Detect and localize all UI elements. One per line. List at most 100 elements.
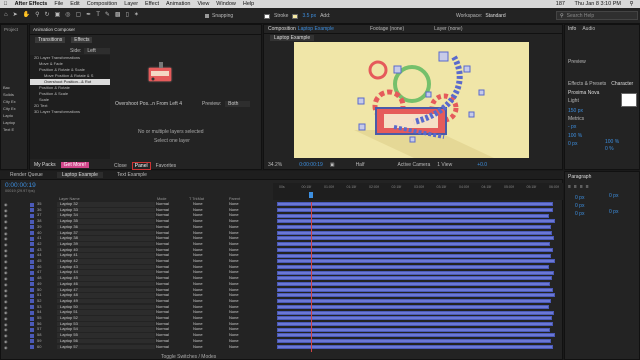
- fill-swatch[interactable]: [264, 13, 270, 19]
- tab-render-queue[interactable]: Render Queue: [10, 172, 43, 178]
- tab-composition[interactable]: Composition Laptop Example: [268, 26, 334, 32]
- trkmat-select[interactable]: None: [193, 298, 203, 304]
- layer-duration-bar[interactable]: [277, 299, 551, 304]
- clock[interactable]: Thu Jan 8 3:10 PM: [571, 1, 624, 7]
- layer-duration-bar[interactable]: [277, 310, 554, 315]
- visibility-eye-icon[interactable]: ◉: [4, 219, 8, 224]
- tab-audio[interactable]: Audio: [582, 26, 595, 32]
- layer-duration-bar[interactable]: [277, 293, 555, 298]
- layer-row[interactable]: ◉ 60 Laptop 57 Normal None None: [1, 344, 640, 350]
- label-color-swatch[interactable]: [30, 259, 34, 264]
- parent-select[interactable]: None: [229, 224, 239, 230]
- label-color-swatch[interactable]: [30, 316, 34, 321]
- indent-right[interactable]: 0 px: [609, 193, 618, 199]
- trkmat-select[interactable]: None: [193, 258, 203, 264]
- parent-select[interactable]: None: [229, 241, 239, 247]
- stamp-tool-icon[interactable]: ▩: [115, 11, 121, 18]
- tab-effects-presets[interactable]: Effects & Presets: [568, 81, 606, 87]
- parent-select[interactable]: None: [229, 258, 239, 264]
- label-color-swatch[interactable]: [30, 327, 34, 332]
- tab-preview[interactable]: Preview: [565, 33, 639, 65]
- layer-duration-bar[interactable]: [277, 253, 551, 258]
- layer-name[interactable]: Laptop 36: [57, 224, 155, 230]
- camera-select[interactable]: Active Camera: [397, 162, 430, 168]
- layer-duration-bar[interactable]: [277, 333, 555, 338]
- menu-composition[interactable]: Composition: [83, 1, 121, 7]
- layer-row[interactable]: ◉ 56 Laptop 53 Normal None None: [1, 321, 640, 327]
- toggle-switches-modes[interactable]: Toggle Switches / Modes: [161, 354, 216, 360]
- layer-mode-select[interactable]: Normal: [156, 241, 169, 247]
- layer-row[interactable]: ◉ 39 Laptop 36 Normal None None: [1, 224, 640, 230]
- label-color-swatch[interactable]: [30, 219, 34, 224]
- label-color-swatch[interactable]: [30, 322, 34, 327]
- resolution-select[interactable]: Half: [356, 162, 365, 168]
- layer-duration-bar[interactable]: [277, 236, 554, 241]
- layer-row[interactable]: ◉ 58 Laptop 55 Normal None None: [1, 332, 640, 338]
- panel-button[interactable]: Panel: [131, 162, 151, 170]
- trkmat-select[interactable]: None: [193, 241, 203, 247]
- favorites-button[interactable]: Favorites: [156, 163, 177, 169]
- trkmat-select[interactable]: None: [193, 281, 203, 287]
- playhead-handle[interactable]: [309, 192, 313, 198]
- fill-color-swatch[interactable]: [621, 93, 637, 107]
- side-select[interactable]: Left: [84, 48, 110, 54]
- preview-select[interactable]: Both: [225, 101, 251, 107]
- layer-row[interactable]: ◉ 53 Laptop 50 Normal None None: [1, 304, 640, 310]
- menu-animation[interactable]: Animation: [163, 1, 194, 7]
- visibility-eye-icon[interactable]: ◉: [4, 299, 8, 304]
- tab-character[interactable]: Character: [611, 81, 633, 87]
- label-color-swatch[interactable]: [30, 265, 34, 270]
- visibility-eye-icon[interactable]: ◉: [4, 316, 8, 321]
- trkmat-select[interactable]: None: [193, 218, 203, 224]
- trkmat-select[interactable]: None: [193, 315, 203, 321]
- label-color-swatch[interactable]: [30, 282, 34, 287]
- pan-behind-icon[interactable]: ◎: [65, 11, 70, 18]
- menu-app[interactable]: After Effects: [11, 1, 51, 7]
- menu-view[interactable]: View: [194, 1, 213, 7]
- layer-mode-select[interactable]: Normal: [156, 298, 169, 304]
- layer-mode-select[interactable]: Normal: [156, 224, 169, 230]
- home-icon[interactable]: ⌂: [4, 12, 8, 18]
- horizontal-scale[interactable]: 100 %: [605, 139, 619, 145]
- get-more-button[interactable]: Get More!: [60, 162, 89, 168]
- layer-name[interactable]: Laptop 57: [57, 344, 155, 350]
- layer-row[interactable]: ◉ 44 Laptop 41 Normal None None: [1, 253, 640, 258]
- tsume-value[interactable]: 0 %: [605, 146, 614, 152]
- visibility-eye-icon[interactable]: ◉: [4, 333, 8, 338]
- search-icon[interactable]: ⚲: [624, 1, 637, 7]
- label-color-swatch[interactable]: [30, 288, 34, 292]
- menu-edit[interactable]: Edit: [67, 1, 83, 7]
- visibility-eye-icon[interactable]: ◉: [4, 293, 8, 298]
- visibility-eye-icon[interactable]: ◉: [4, 236, 8, 241]
- visibility-eye-icon[interactable]: ◉: [4, 242, 8, 247]
- layer-row[interactable]: ◉ 57 Laptop 54 Normal None None: [1, 327, 640, 332]
- layer-mode-select[interactable]: Normal: [156, 281, 169, 287]
- tab-text-example[interactable]: Text Example: [117, 172, 147, 178]
- visibility-eye-icon[interactable]: ◉: [4, 282, 8, 287]
- my-packs-button[interactable]: My Packs: [34, 162, 56, 168]
- col-layer-name[interactable]: Layer Name: [59, 197, 80, 201]
- label-color-swatch[interactable]: [30, 339, 34, 344]
- layer-row[interactable]: ◉ 40 Laptop 37 Normal None None: [1, 230, 640, 236]
- layer-mode-select[interactable]: Normal: [156, 275, 169, 281]
- tab-footage[interactable]: Footage (none): [370, 26, 404, 32]
- layer-mode-select[interactable]: Normal: [156, 201, 169, 207]
- project-item[interactable]: City Ex: [3, 99, 16, 106]
- layer-name[interactable]: Laptop 35: [57, 218, 155, 224]
- parent-select[interactable]: None: [229, 218, 239, 224]
- visibility-eye-icon[interactable]: ◉: [4, 345, 8, 350]
- trkmat-select[interactable]: None: [193, 338, 203, 344]
- add-label[interactable]: Add:: [320, 13, 330, 19]
- search-help-field[interactable]: ⚲ Search Help: [556, 11, 638, 20]
- layer-duration-bar[interactable]: [277, 264, 549, 269]
- menu-layer[interactable]: Layer: [121, 1, 142, 7]
- vertical-scale[interactable]: 100 %: [565, 130, 639, 139]
- layer-duration-bar[interactable]: [277, 213, 549, 218]
- layer-duration-bar[interactable]: [277, 247, 553, 252]
- align-center-icon[interactable]: ≡: [574, 184, 577, 190]
- layer-duration-bar[interactable]: [277, 276, 552, 281]
- layer-row[interactable]: ◉ 41 Laptop 38 Normal None None: [1, 236, 640, 241]
- layer-duration-bar[interactable]: [277, 287, 553, 292]
- trkmat-select[interactable]: None: [193, 224, 203, 230]
- layer-row[interactable]: ◉ 35 Laptop 32 Normal None None: [1, 201, 640, 207]
